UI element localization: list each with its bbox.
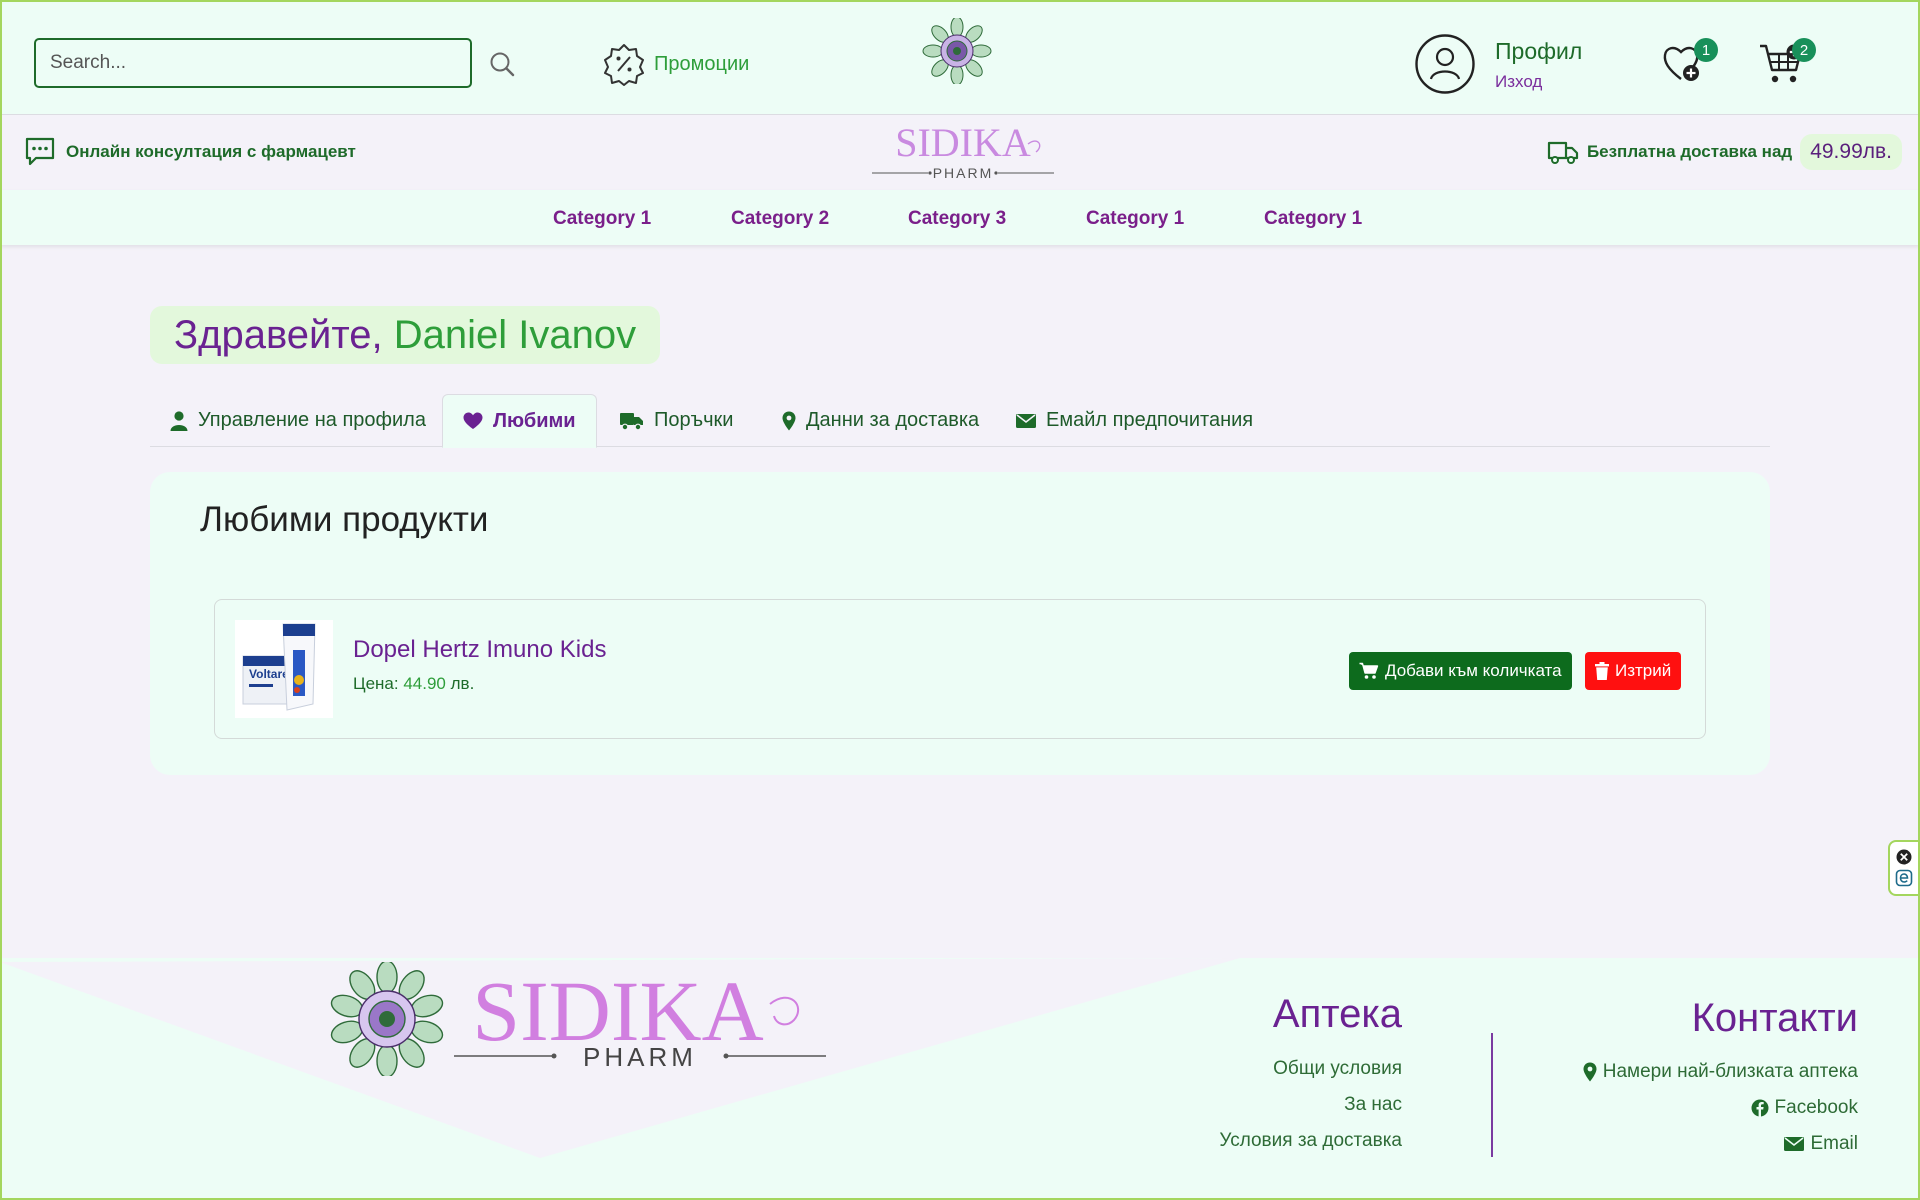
footer-link-delivery-terms[interactable]: Условия за доставка (1219, 1130, 1402, 1152)
trash-icon (1595, 662, 1609, 680)
profile-avatar-icon[interactable] (1414, 33, 1476, 95)
facebook-icon (1751, 1099, 1769, 1117)
cart-count-badge: 2 (1792, 38, 1816, 62)
cart-icon (1359, 662, 1379, 679)
info-bar: Онлайн консултация с фармацевт SIDIKA PH… (0, 116, 1920, 190)
favorites-title: Любими продукти (200, 500, 489, 539)
cart-button[interactable]: 2 (1758, 38, 1816, 86)
profile-tabs: Управление на профила Любими Поръчки Дан… (150, 394, 1770, 448)
category-nav: Category 1 Category 2 Category 3 Categor… (0, 190, 1920, 245)
tab-profile-management[interactable]: Управление на профила (170, 394, 426, 447)
top-header: Промоции Профил Изход (0, 0, 1920, 115)
tab-label: Данни за доставка (806, 409, 980, 431)
price-label: Цена: (353, 674, 399, 693)
heart-icon (463, 412, 483, 429)
tab-favorites[interactable]: Любими (442, 394, 597, 448)
delete-favorite-button[interactable]: Изтрий (1585, 652, 1682, 690)
free-delivery-amount: 49.99лв. (1800, 134, 1902, 170)
free-delivery-notice: Безплатна доставка над 49.99лв. (1547, 134, 1902, 170)
footer-contacts-title: Контакти (1691, 996, 1858, 1040)
envelope-icon (1016, 413, 1036, 428)
price-value: 44.90 (403, 674, 446, 693)
tab-email-preferences[interactable]: Емайл предпочитания (1016, 394, 1253, 447)
add-to-cart-label: Добави към количката (1385, 661, 1562, 680)
find-pharmacy-label: Намери най-близката аптека (1602, 1061, 1858, 1082)
facebook-label: Facebook (1774, 1097, 1858, 1118)
profile-link[interactable]: Профил (1495, 38, 1582, 65)
favorite-product-card: Voltaren Dopel Hertz Imuno Kids Цена: 44… (214, 599, 1706, 739)
logout-link[interactable]: Изход (1495, 72, 1542, 92)
brand-emblem-logo[interactable] (920, 18, 994, 84)
accessibility-icon[interactable] (1895, 869, 1913, 887)
search-input[interactable] (50, 52, 470, 74)
brand-logo[interactable]: SIDIKA PHARM (868, 122, 1058, 182)
promotions-label: Промоции (654, 52, 750, 75)
add-to-cart-button[interactable]: Добави към количката (1349, 652, 1572, 690)
promotions-link[interactable]: Промоции (602, 42, 749, 86)
tab-delivery-data[interactable]: Данни за доставка (782, 394, 979, 447)
footer-link-email[interactable]: Email (1784, 1133, 1858, 1155)
footer-link-facebook[interactable]: Facebook (1751, 1097, 1858, 1119)
tab-label: Поръчки (654, 409, 734, 431)
nav-category-5[interactable]: Category 1 (1264, 208, 1362, 230)
footer-link-terms[interactable]: Общи условия (1273, 1058, 1402, 1080)
nav-category-2[interactable]: Category 2 (731, 208, 829, 230)
greeting-user-name: Daniel Ivanov (393, 312, 637, 357)
footer-brand-logo[interactable]: SIDIKA PHARM (450, 966, 830, 1070)
widget-icons (1895, 849, 1913, 887)
tab-label: Управление на профила (198, 409, 426, 431)
greeting-word: Здравейте, (174, 312, 383, 357)
product-price: Цена: 44.90 лв. (353, 674, 474, 694)
product-name-link[interactable]: Dopel Hertz Imuno Kids (353, 636, 606, 664)
chat-bubble-icon (25, 137, 55, 166)
footer-link-about[interactable]: За нас (1344, 1094, 1402, 1116)
map-pin-icon (782, 411, 796, 430)
accessibility-widget (1888, 840, 1920, 896)
wishlist-button[interactable]: 1 (1660, 38, 1718, 86)
search-icon[interactable] (488, 50, 516, 78)
consultation-label: Онлайн консултация с фармацевт (66, 142, 356, 161)
close-icon[interactable] (1896, 849, 1912, 865)
nav-category-1[interactable]: Category 1 (553, 208, 651, 230)
footer-pharmacy-title: Аптека (1272, 992, 1402, 1036)
search-box[interactable] (34, 38, 472, 88)
pharmacist-consultation-link[interactable]: Онлайн консултация с фармацевт (24, 136, 356, 168)
footer-divider (1491, 1033, 1493, 1157)
user-icon (170, 410, 188, 431)
price-currency: лв. (450, 674, 475, 693)
free-delivery-label: Безплатна доставка над (1586, 142, 1793, 161)
map-pin-icon (1583, 1062, 1597, 1082)
wishlist-count-badge: 1 (1694, 38, 1718, 62)
greeting-banner: Здравейте, Daniel Ivanov (150, 306, 661, 364)
truck-icon (620, 412, 643, 430)
footer-brand-emblem[interactable] (322, 962, 452, 1076)
discount-badge-icon (604, 44, 644, 86)
delivery-truck-icon (1547, 141, 1579, 164)
tab-label: Емайл предпочитания (1046, 409, 1254, 431)
brand-name: SIDIKA (895, 122, 1031, 165)
delete-label: Изтрий (1615, 661, 1672, 680)
tab-orders[interactable]: Поръчки (620, 394, 733, 447)
nav-category-3[interactable]: Category 3 (908, 208, 1006, 230)
footer-link-find-pharmacy[interactable]: Намери най-близката аптека (1583, 1061, 1858, 1083)
email-label: Email (1810, 1133, 1858, 1154)
footer-brand-tagline: PHARM (583, 1042, 697, 1070)
nav-category-4[interactable]: Category 1 (1086, 208, 1184, 230)
tab-label: Любими (493, 409, 576, 432)
favorites-panel: Любими продукти Voltaren Dopel Hertz Imu… (150, 472, 1770, 775)
product-image[interactable]: Voltaren (235, 620, 333, 718)
brand-tagline: PHARM (933, 165, 994, 181)
envelope-icon (1784, 1137, 1805, 1151)
